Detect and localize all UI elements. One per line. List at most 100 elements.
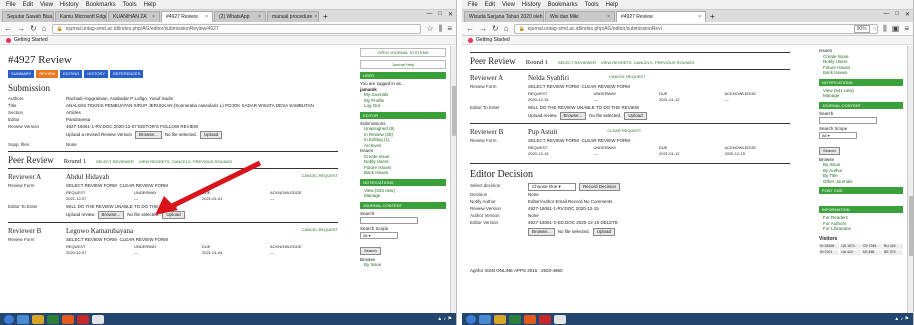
menu-help[interactable]: Help <box>144 0 156 9</box>
select-reviewer-link[interactable]: SELECT REVIEWER <box>558 60 596 65</box>
menu-file[interactable]: File <box>468 0 478 9</box>
minimize-icon[interactable]: — <box>426 11 432 18</box>
taskbar-app-icon[interactable] <box>17 314 29 324</box>
home-icon[interactable]: ⌂ <box>42 24 47 33</box>
scrollbar-thumb[interactable] <box>909 196 913 256</box>
taskbar-app-icon[interactable] <box>479 314 491 324</box>
upload-button[interactable]: Upload <box>592 228 616 236</box>
cancel-request-link[interactable]: CANCEL REQUEST <box>609 74 646 82</box>
taskbar-app-icon[interactable] <box>554 314 566 324</box>
clear-review-form-link[interactable]: CLEAR REVIEW FORM <box>581 138 630 143</box>
other-journals-link[interactable]: Other Journals <box>819 179 903 185</box>
select-review-form-link[interactable]: SELECT REVIEW FORM <box>66 237 117 242</box>
back-issues-link[interactable]: Back Issues <box>819 70 903 76</box>
zoom-level[interactable]: 90% <box>853 24 870 33</box>
decision-select[interactable]: Choose One ▾ <box>528 183 576 191</box>
close-icon[interactable]: × <box>152 12 155 22</box>
url-bar[interactable]: 🔒 ejurnal.untag-smd.ac.id/index.php/AG/ed… <box>51 23 422 34</box>
forward-icon[interactable]: → <box>479 24 487 33</box>
browse-button[interactable]: Browse... <box>97 211 125 219</box>
select-review-form-link[interactable]: SELECT REVIEW FORM <box>528 138 579 143</box>
close-icon[interactable]: × <box>607 12 610 22</box>
taskbar-app-icon[interactable] <box>524 314 536 324</box>
scrollbar-thumb[interactable] <box>452 86 456 136</box>
sidebar-icon[interactable]: ▣ <box>892 24 900 33</box>
clear-review-form-link[interactable]: CLEAR REVIEW FORM <box>119 237 168 242</box>
menu-edit[interactable]: Edit <box>485 0 495 9</box>
ojs-box[interactable]: OPEN JOURNAL SYSTEMS <box>360 48 446 57</box>
menu-icon[interactable]: ≡ <box>904 24 909 33</box>
maximize-icon[interactable]: □ <box>438 11 442 18</box>
close-icon[interactable]: × <box>698 12 701 22</box>
reload-icon[interactable]: ↻ <box>492 24 499 33</box>
close-icon[interactable]: × <box>314 12 317 22</box>
url-bar[interactable]: 🔒 ejurnal.untag-smd.ac.id/index.php/AG/ed… <box>513 23 879 34</box>
journal-help-link[interactable]: Journal Help <box>360 60 446 69</box>
library-icon[interactable]: ⫼ <box>439 24 443 34</box>
menu-bookmarks[interactable]: Bookmarks <box>86 0 116 9</box>
menu-view[interactable]: View <box>502 0 515 9</box>
forward-icon[interactable]: → <box>17 24 25 33</box>
menu-bookmarks[interactable]: Bookmarks <box>548 0 578 9</box>
search-scope-select[interactable]: All ▾ <box>360 231 398 239</box>
taskbar-app-icon[interactable] <box>539 314 551 324</box>
scrollbar[interactable] <box>450 46 456 313</box>
close-window-icon[interactable]: ✕ <box>905 11 910 18</box>
tab-1[interactable]: Seputar Sawah Bisa...× <box>2 11 54 22</box>
log-out-link[interactable]: Log Out <box>360 103 446 109</box>
maximize-icon[interactable]: □ <box>895 11 899 18</box>
subtab-review[interactable]: REVIEW <box>36 70 59 78</box>
clear-review-form-link[interactable]: CLEAR REVIEW FORM <box>581 84 630 89</box>
browse-by-issue-link[interactable]: By Issue <box>360 262 446 268</box>
new-tab-icon[interactable]: + <box>320 11 331 22</box>
browse-button[interactable]: Browse... <box>135 131 162 139</box>
manage-notifications-link[interactable]: Manage <box>360 193 446 199</box>
star-icon[interactable]: ☆ <box>426 24 433 33</box>
select-review-form-link[interactable]: SELECT REVIEW FORM <box>528 84 579 89</box>
tab-2[interactable]: Woi dan Miki × <box>545 11 615 22</box>
library-icon[interactable]: ⫼ <box>883 24 887 34</box>
upload-button[interactable]: Upload <box>624 112 647 120</box>
new-tab-icon[interactable]: + <box>707 11 718 22</box>
back-icon[interactable]: ← <box>4 24 12 33</box>
upload-button[interactable]: Upload <box>199 131 223 139</box>
cancel-request-link[interactable]: CANCEL REQUEST <box>301 227 338 235</box>
subtab-references[interactable]: REFERENCES <box>110 70 144 78</box>
cancel-request-link[interactable]: CANCEL REQUEST <box>301 173 338 181</box>
menu-view[interactable]: View <box>40 0 53 9</box>
menu-history[interactable]: History <box>60 0 79 9</box>
view-regrets-link[interactable]: VIEW REGRETS, CANCELS, PREVIOUS ROUNDS <box>601 60 694 65</box>
minimize-icon[interactable]: — <box>883 11 889 18</box>
manage-notifications-link[interactable]: Manage <box>819 93 903 99</box>
menu-tools[interactable]: Tools <box>585 0 599 9</box>
taskbar-app-icon[interactable] <box>47 314 59 324</box>
taskbar-app-icon[interactable] <box>32 314 44 324</box>
record-decision-button[interactable]: Record Decision <box>579 183 621 191</box>
star-icon[interactable]: ☆ <box>873 25 877 33</box>
menu-icon[interactable]: ≡ <box>447 24 452 33</box>
clear-request-link[interactable]: CLEAR REQUEST <box>607 128 641 136</box>
tab-6[interactable]: manual procedure × <box>267 11 319 22</box>
search-button[interactable]: Search <box>360 246 381 255</box>
scrollbar[interactable] <box>907 46 913 313</box>
taskbar-app-icon[interactable] <box>77 314 89 324</box>
back-issues-link[interactable]: Back Issues <box>360 170 446 176</box>
select-review-form-link[interactable]: SELECT REVIEW FORM <box>66 183 117 188</box>
tab-3[interactable]: KUANIHAN ZA × <box>108 11 160 22</box>
start-icon[interactable] <box>4 314 14 324</box>
close-icon[interactable]: × <box>205 12 208 22</box>
back-icon[interactable]: ← <box>466 24 474 33</box>
subtab-history[interactable]: HISTORY <box>84 70 109 78</box>
menu-edit[interactable]: Edit <box>23 0 33 9</box>
search-scope-select[interactable]: All ▾ <box>819 131 857 139</box>
reload-icon[interactable]: ↻ <box>30 24 37 33</box>
tab-2[interactable]: Kamu Microsoft Edge× <box>55 11 107 22</box>
menu-file[interactable]: File <box>6 0 16 9</box>
tab-5[interactable]: (2) WhatsApp × <box>214 11 266 22</box>
bookmark-getting-started[interactable]: Getting Started <box>14 36 48 45</box>
taskbar-app-icon[interactable] <box>509 314 521 324</box>
close-icon[interactable]: × <box>258 12 261 22</box>
bookmark-getting-started[interactable]: Getting Started <box>476 36 510 45</box>
start-icon[interactable] <box>466 314 476 324</box>
browse-button[interactable]: Browse... <box>559 112 587 120</box>
